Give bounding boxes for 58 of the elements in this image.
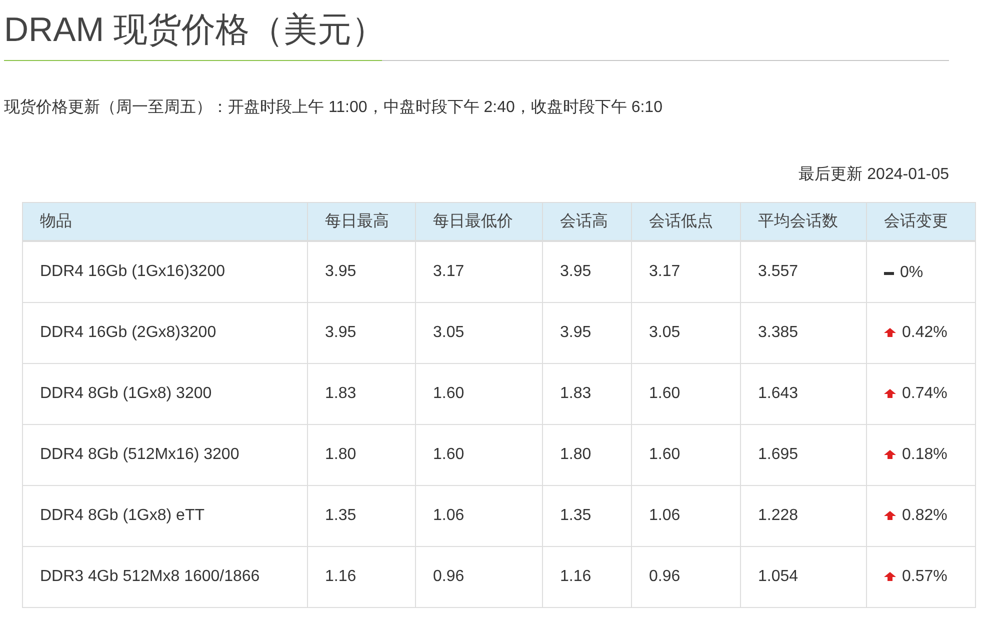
table-cell: 3.95: [308, 241, 416, 302]
column-header: 物品: [22, 202, 308, 241]
column-header: 会话低点: [632, 202, 740, 241]
table-cell: 1.643: [740, 364, 866, 424]
table-cell: 1.83: [542, 364, 632, 424]
table-cell: 1.35: [308, 486, 416, 546]
table-cell: DDR4 8Gb (1Gx8) eTT: [22, 486, 308, 546]
table-cell: 1.054: [740, 546, 866, 608]
update-schedule-text: 现货价格更新（周一至周五）：开盘时段上午 11:00，中盘时段下午 2:40，收盘时段下午 6:10: [4, 98, 664, 118]
page-title: DRAM 现货价格（美元）: [4, 10, 387, 51]
column-header: 会话变更: [866, 202, 976, 241]
table-cell: 1.80: [308, 424, 416, 486]
table-cell: 1.83: [308, 364, 416, 424]
table-cell: 1.06: [416, 486, 542, 546]
up-arrow-icon: [884, 389, 896, 398]
change-value: 0.57%: [902, 568, 948, 586]
up-arrow-icon: [884, 328, 896, 338]
table-cell: 1.228: [740, 486, 866, 546]
table-cell: DDR4 16Gb (2Gx8)3200: [22, 302, 308, 364]
table-cell: 1.80: [542, 424, 632, 486]
change-value: 0.42%: [902, 324, 948, 342]
table-cell: 1.60: [632, 364, 740, 424]
table-cell: 3.95: [308, 302, 416, 364]
dash-icon: [884, 272, 894, 275]
up-arrow-icon: [884, 572, 896, 582]
column-header: 会话高: [542, 202, 632, 241]
table-cell: 1.695: [740, 424, 866, 486]
column-header: 每日最低价: [416, 202, 542, 241]
table-cell: 1.16: [308, 546, 416, 608]
table-cell: 1.16: [542, 546, 632, 608]
table-cell: DDR3 4Gb 512Mx8 1600/1866: [22, 546, 308, 608]
table-cell: 1.35: [542, 486, 632, 546]
column-header: 平均会话数: [740, 202, 866, 241]
table-cell: 3.05: [416, 302, 542, 364]
table-cell: 0.96: [632, 546, 740, 608]
table-cell: 1.60: [632, 424, 740, 486]
table-cell: 1.60: [416, 364, 542, 424]
up-arrow-icon: [884, 511, 896, 520]
change-value: 0%: [900, 264, 924, 282]
table-cell: DDR4 8Gb (512Mx16) 3200: [22, 424, 308, 486]
table-cell: 3.17: [416, 241, 542, 302]
table-cell: DDR4 8Gb (1Gx8) 3200: [22, 364, 308, 424]
table-cell: 3.557: [740, 241, 866, 302]
table-cell: 3.95: [542, 241, 632, 302]
table-cell: 1.60: [416, 424, 542, 486]
change-value: 0.74%: [902, 384, 948, 403]
column-header: 每日最高: [308, 202, 416, 241]
change-value: 0.82%: [902, 506, 948, 525]
change-value: 0.18%: [902, 446, 948, 464]
table-cell: 3.05: [632, 302, 740, 364]
up-arrow-icon: [884, 450, 896, 460]
table-cell: 3.17: [632, 241, 740, 302]
table-cell: 3.95: [542, 302, 632, 364]
table-cell: 1.06: [632, 486, 740, 546]
last-updated-text: 最后更新 2024-01-05: [798, 166, 949, 183]
table-cell: DDR4 16Gb (1Gx16)3200: [22, 241, 308, 302]
table-cell: 3.385: [740, 302, 866, 364]
table-cell: 0.96: [416, 546, 542, 608]
